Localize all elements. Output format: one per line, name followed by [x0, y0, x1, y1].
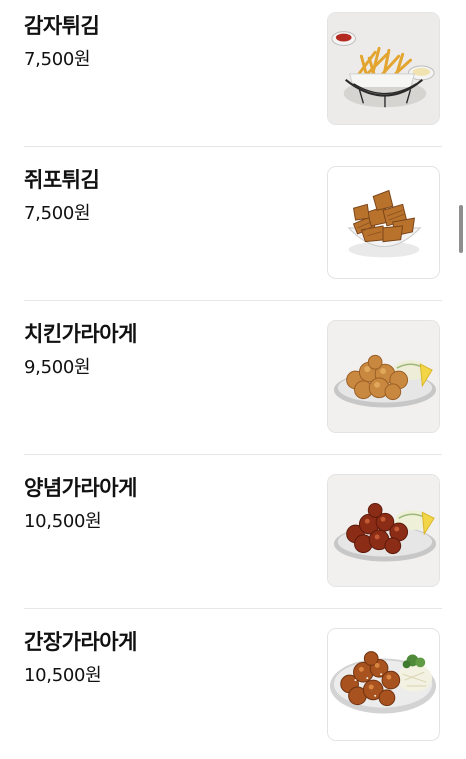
item-price: 10,500원	[24, 511, 102, 532]
menu-item-french-fries[interactable]: 감자튀김 7,500원	[0, 0, 466, 154]
divider	[24, 300, 442, 301]
item-price: 9,500원	[24, 357, 91, 378]
divider	[24, 454, 442, 455]
menu-item-seasoned-karaage[interactable]: 양념가라아게 10,500원	[0, 462, 466, 616]
divider	[24, 608, 442, 609]
menu-item-chicken-karaage[interactable]: 치킨가라아게 9,500원	[0, 308, 466, 462]
item-photo-chicken-karaage[interactable]	[327, 320, 440, 433]
item-name: 양념가라아게	[24, 476, 137, 500]
item-price: 7,500원	[24, 49, 91, 70]
item-photo-french-fries[interactable]	[327, 12, 440, 125]
item-price: 10,500원	[24, 665, 102, 686]
item-name: 간장가라아게	[24, 630, 137, 654]
item-price: 7,500원	[24, 203, 91, 224]
scrollbar-thumb[interactable]	[459, 205, 463, 253]
item-photo-seasoned-karaage[interactable]	[327, 474, 440, 587]
menu-item-fried-filefish[interactable]: 쥐포튀김 7,500원	[0, 154, 466, 308]
item-photo-fried-filefish[interactable]	[327, 166, 440, 279]
item-name: 감자튀김	[24, 14, 100, 38]
item-photo-soy-karaage[interactable]	[327, 628, 440, 741]
item-name: 쥐포튀김	[24, 168, 100, 192]
menu-item-soy-karaage[interactable]: 간장가라아게 10,500원	[0, 616, 466, 759]
item-name: 치킨가라아게	[24, 322, 137, 346]
divider	[24, 146, 442, 147]
menu-list: 감자튀김 7,500원 쥐포튀김 7,500원 치킨가라아게 9,500원 양념…	[0, 0, 466, 759]
